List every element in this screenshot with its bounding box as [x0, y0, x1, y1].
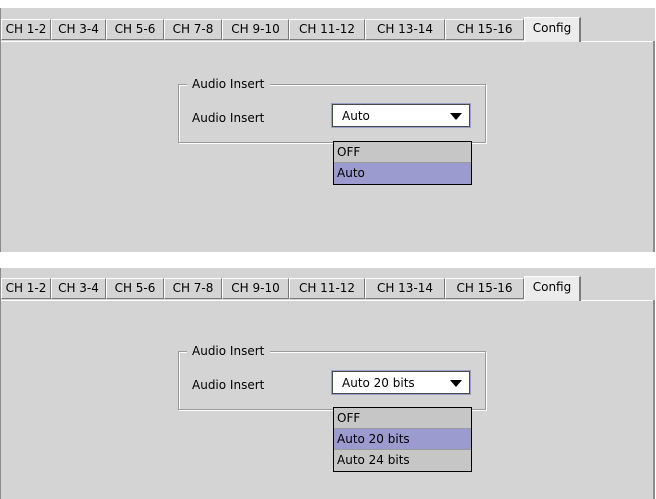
chevron-down-icon[interactable] — [450, 380, 462, 387]
tab-ch-3-4[interactable]: CH 3-4 — [51, 278, 106, 299]
chevron-down-icon[interactable] — [450, 113, 462, 120]
config-panel-1: CH 1-2 CH 3-4 CH 5-6 CH 7-8 CH 9-10 CH 1… — [0, 8, 655, 252]
tab-ch-11-12[interactable]: CH 11-12 — [289, 278, 365, 299]
tab-ch-1-2[interactable]: CH 1-2 — [1, 19, 51, 40]
option-auto-24-bits[interactable]: Auto 24 bits — [334, 450, 471, 471]
audio-insert-selected-value: Auto — [342, 109, 370, 123]
tab-ch-3-4[interactable]: CH 3-4 — [51, 19, 106, 40]
option-auto[interactable]: Auto — [334, 163, 471, 184]
tab-ch-7-8[interactable]: CH 7-8 — [164, 278, 222, 299]
tab-config[interactable]: Config — [524, 276, 581, 301]
channel-tabstrip: CH 1-2 CH 3-4 CH 5-6 CH 7-8 CH 9-10 CH 1… — [1, 276, 653, 301]
audio-insert-group-title: Audio Insert — [187, 344, 271, 358]
channel-tabstrip: CH 1-2 CH 3-4 CH 5-6 CH 7-8 CH 9-10 CH 1… — [1, 17, 653, 42]
tab-ch-13-14[interactable]: CH 13-14 — [365, 278, 445, 299]
tab-ch-9-10[interactable]: CH 9-10 — [222, 278, 289, 299]
tab-ch-15-16[interactable]: CH 15-16 — [445, 19, 524, 40]
panel-right-edge — [653, 300, 655, 499]
tab-ch-5-6[interactable]: CH 5-6 — [106, 19, 164, 40]
tab-ch-5-6[interactable]: CH 5-6 — [106, 278, 164, 299]
tab-ch-7-8[interactable]: CH 7-8 — [164, 19, 222, 40]
option-auto-20-bits[interactable]: Auto 20 bits — [334, 429, 471, 450]
option-off[interactable]: OFF — [334, 408, 471, 429]
tab-ch-1-2[interactable]: CH 1-2 — [1, 278, 51, 299]
tab-ch-15-16[interactable]: CH 15-16 — [445, 278, 524, 299]
tab-ch-11-12[interactable]: CH 11-12 — [289, 19, 365, 40]
tab-ch-9-10[interactable]: CH 9-10 — [222, 19, 289, 40]
audio-insert-label: Audio Insert — [192, 378, 265, 392]
option-off[interactable]: OFF — [334, 142, 471, 163]
audio-insert-dropdown-list: OFF Auto 20 bits Auto 24 bits — [333, 407, 472, 472]
audio-insert-dropdown-list: OFF Auto — [333, 141, 472, 185]
audio-insert-selected-value: Auto 20 bits — [342, 376, 415, 390]
config-panel-2: CH 1-2 CH 3-4 CH 5-6 CH 7-8 CH 9-10 CH 1… — [0, 268, 655, 499]
panel-right-edge — [653, 41, 655, 252]
audio-insert-combobox[interactable]: Auto 20 bits — [332, 371, 470, 394]
tab-ch-13-14[interactable]: CH 13-14 — [365, 19, 445, 40]
tab-config[interactable]: Config — [524, 17, 581, 42]
audio-insert-combobox[interactable]: Auto — [332, 104, 470, 127]
audio-insert-group-title: Audio Insert — [187, 77, 271, 91]
audio-insert-label: Audio Insert — [192, 111, 265, 125]
